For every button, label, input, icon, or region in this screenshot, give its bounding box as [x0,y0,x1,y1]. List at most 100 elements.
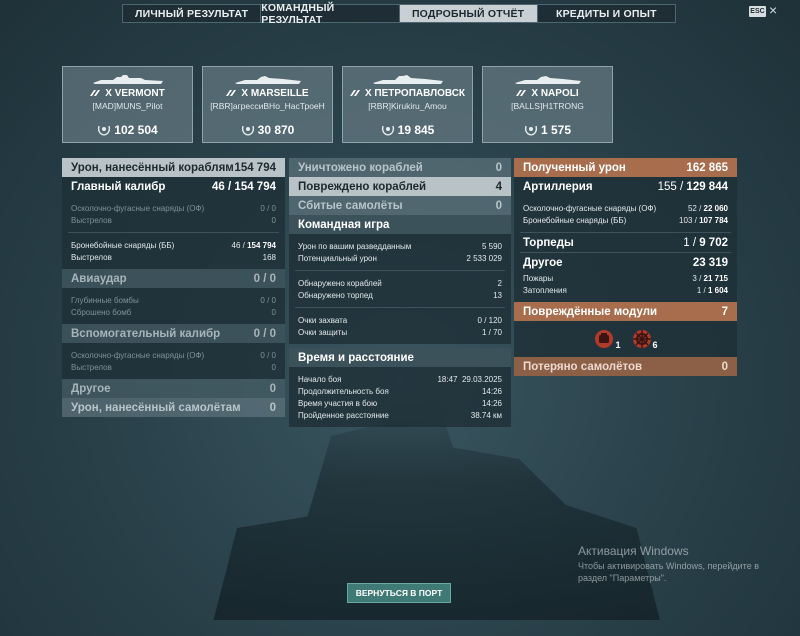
base-xp-score: 19 845 [397,123,435,137]
stat-row: Осколочно-фугасные снаряды (ОФ) 0 / 0 [62,202,285,214]
close-icon[interactable]: × [769,2,777,18]
tab-credits-xp[interactable]: КРЕДИТЫ И ОПЫТ [538,5,675,22]
stat-row: Обнаружено кораблей 2 [289,277,511,289]
planes-lost-header: Потеряно самолётов 0 [514,357,737,376]
secondary-value: 0 / 0 [253,327,276,340]
main-battery-damage: 154 794 [234,180,276,193]
ship-tier: X [241,88,249,99]
stat-row: Очки захвата 0 / 120 [289,314,511,326]
player-card[interactable]: X VERMONT [MAD]MUNS_Pilot 102 504 [62,66,193,143]
airstrike-header: Авиаудар 0 / 0 [62,269,285,288]
module-item[interactable]: 1 [593,328,621,350]
module-item[interactable]: 6 [631,328,658,350]
engine-module-icon [595,330,614,348]
stat-row: Выстрелов 0 [62,214,285,226]
torpedoes-title: Торпеды [523,236,574,249]
player-card[interactable]: X NAPOLI [BALLS]H1TRONG 1 575 [482,66,613,143]
player-name: [RBR]Kirukiru_Amou [368,101,447,111]
wreath-icon [98,125,111,136]
plane-damage-title: Урон, нанесённый самолётам [71,401,241,414]
stat-value: 1 [696,285,702,295]
ships-damaged-header: Повреждено кораблей 4 [289,177,511,196]
ship-tier: X [105,88,112,99]
planes-shot-value: 0 [495,199,502,212]
damage-received-title: Полученный урон [523,161,626,174]
stat-value: 5 590 [481,241,502,251]
artillery-block: Артиллерия 155 / 129 844 Осколочно-фугас… [514,177,737,302]
battleship-icon [93,75,163,84]
cruiser-icon [373,75,443,84]
stat-value: 52 [687,203,697,213]
time-distance-header: Время и расстояние [289,348,511,367]
stat-label: Продолжительность боя [298,386,389,396]
tab-team-result[interactable]: КОМАНДНЫЙ РЕЗУЛЬТАТ [261,2,400,26]
stat-label: Время участия в бою [298,398,378,408]
planes-lost-title: Потеряно самолётов [523,360,643,373]
stat-value: 18:47 29.03.2025 [437,374,502,384]
damaged-modules-header: Повреждённые модули 7 [514,302,737,321]
planes-lost-value: 0 [721,360,728,373]
return-to-port-button[interactable]: ВЕРНУТЬСЯ В ПОРТ [347,583,451,603]
stat-total: 22 060 [703,203,728,213]
stat-row: Бронебойные снаряды (ББ) 46 / 154 794 [71,240,276,250]
wreath-icon [241,125,254,136]
stat-row: Бронебойные снаряды (ББ) 103 / 107 784 [523,215,728,225]
other-damage-header: Другое 0 [62,379,285,398]
premium-tier-icon [349,90,360,97]
damaged-modules-title: Повреждённые модули [523,305,658,318]
stat-value: 0 / 0 [260,295,276,305]
stat-value: 2 [497,278,502,288]
damage-received-total: 162 865 [686,161,728,174]
ships-destroyed-header: Уничтожено кораблей 0 [289,158,511,177]
ships-damaged-title: Повреждено кораблей [298,180,427,193]
stat-value: 0 [271,215,276,225]
player-name: [RBR]агрессиВНо_НасТроеН [210,101,325,111]
planes-shot-title: Сбитые самолёты [298,199,403,212]
damage-dealt-total: 154 794 [234,161,276,174]
stat-row: Пройденное расстояние 38.74 км [289,409,511,421]
stat-value: 0 [271,307,276,317]
artillery-header: Артиллерия 155 / 129 844 [523,180,728,193]
other-received-total: 23 319 [692,256,728,269]
player-card[interactable]: X MARSEILLE [RBR]агрессиВНо_НасТроеН 30 … [202,66,333,143]
premium-tier-icon [516,90,527,97]
stat-label: Урон по вашим разведданным [298,241,412,251]
stat-label: Пожары [523,273,554,283]
stat-total: 107 784 [699,215,728,225]
esc-button[interactable]: ESC [749,6,766,17]
stat-value: 1 / 70 [481,327,502,337]
stat-label: Выстрелов [71,252,112,262]
player-card[interactable]: X ПЕТРОПАВЛОВСК [RBR]Kirukiru_Amou 19 84… [342,66,473,143]
ships-damaged-value: 4 [495,180,502,193]
main-battery-block: Главный калибр 46 / 154 794 Осколочно-фу… [62,177,285,269]
ships-destroyed-title: Уничтожено кораблей [298,161,423,174]
ship-name: MARSEILLE [250,88,309,99]
secondary-block: Вспомогательный калибр 0 / 0 Осколочно-ф… [62,324,285,379]
stat-label: Выстрелов [71,215,112,225]
ships-destroyed-value: 0 [495,161,502,174]
damage-dealt-panel: Урон, нанесённый кораблям 154 794 Главны… [62,158,285,417]
damaged-modules-list: 1 6 [514,321,737,357]
stat-label: Затопления [523,285,567,295]
torpedoes-damage: 9 702 [699,236,728,249]
stat-row: Осколочно-фугасные снаряды (ОФ) 52 / 22 0… [523,203,728,213]
base-xp-score: 1 575 [540,123,572,137]
player-name: [MAD]MUNS_Pilot [92,101,163,111]
stat-label: Бронебойные снаряды (ББ) [71,240,175,250]
ship-name: NAPOLI [540,88,579,99]
tab-personal-result[interactable]: ЛИЧНЫЙ РЕЗУЛЬТАТ [123,5,262,22]
ship-tier: X [364,88,372,99]
stat-label: Сброшено бомб [71,307,132,317]
base-xp-score: 30 870 [257,123,295,137]
base-xp-score: 102 504 [114,123,158,137]
ship-name: ПЕТРОПАВЛОВСК [374,88,466,99]
steering-module-icon [632,330,651,348]
airstrike-value: 0 / 0 [253,272,276,285]
ship-name: VERMONT [114,88,165,99]
damage-received-panel: Полученный урон 162 865 Артиллерия 155 /… [514,158,737,376]
stat-row: Выстрелов 168 [62,251,285,263]
stat-value: 0 / 120 [477,315,502,325]
tab-detailed-report[interactable]: ПОДРОБНЫЙ ОТЧЁТ [399,5,538,22]
main-battery-header: Главный калибр 46 / 154 794 [71,180,276,193]
stat-row: Начало боя 18:47 29.03.2025 [289,373,511,385]
